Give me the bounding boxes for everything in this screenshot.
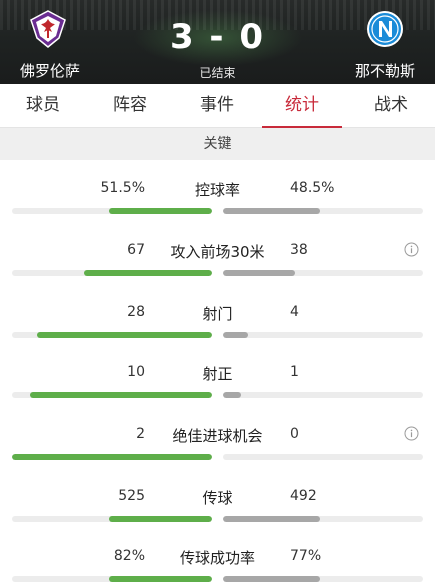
home-stat-bar [12,392,212,398]
stat-row: 82% 传球成功率 77% [0,536,435,587]
tab-players[interactable]: 球员 [3,84,83,128]
stat-row: 525 传球 492 [0,476,435,537]
stat-row: 2 绝佳进球机会 0 [0,414,435,475]
section-header-key: 关键 [0,128,435,160]
home-stat-bar [12,576,212,582]
home-stat-bar-fill [108,576,212,582]
away-stat-bar [223,516,423,522]
tab-stats[interactable]: 统计 [262,84,342,128]
stat-label: 控球率 [194,181,240,199]
away-stat-bar [223,332,423,338]
away-stat-bar-fill [223,208,320,214]
home-stat-bar-fill [84,270,212,276]
away-stat-bar-fill [223,270,296,276]
stat-label: 射门 [202,305,233,323]
home-stat-bar-fill [12,454,212,460]
match-header: 佛罗伦萨 那不勒斯 3 - 0 已结束 [0,0,435,84]
home-stat-bar [12,454,212,460]
away-stat-value: 38 [290,242,308,258]
info-icon[interactable] [404,242,419,257]
info-icon[interactable] [404,426,419,441]
stat-label: 攻入前场30米 [170,243,265,261]
away-stat-bar-fill [223,392,242,398]
away-stat-value: 0 [290,426,299,442]
away-stat-bar-fill [223,516,320,522]
stat-row: 67 攻入前场30米 38 [0,230,435,291]
away-stat-bar [223,576,423,582]
tab-bar: 球员 阵容 事件 统计 战术 [0,84,435,128]
match-status: 已结束 [199,66,236,80]
match-score: 3 - 0 [169,17,266,57]
tab-tactics[interactable]: 战术 [351,84,431,128]
home-stat-bar-fill [37,332,212,338]
away-stat-bar [223,208,423,214]
away-stat-value: 4 [290,304,299,320]
away-stat-value: 492 [290,488,317,504]
home-stat-bar [12,332,212,338]
stat-row: 51.5% 控球率 48.5% [0,168,435,229]
away-stat-bar [223,392,423,398]
away-stat-value: 1 [290,364,299,380]
away-stat-value: 77% [290,548,322,564]
away-stat-value: 48.5% [290,180,335,196]
home-stat-bar-fill [109,208,212,214]
stat-label: 绝佳进球机会 [172,427,263,445]
stat-label: 传球 [202,489,233,507]
stat-label: 传球成功率 [179,549,255,567]
away-stat-bar [223,270,423,276]
home-stat-bar [12,516,212,522]
home-stat-bar-fill [30,392,212,398]
home-stat-bar-fill [108,516,212,522]
tab-lineup[interactable]: 阵容 [90,84,170,128]
home-stat-bar [12,208,212,214]
tab-events[interactable]: 事件 [177,84,257,128]
stat-row: 28 射门 4 [0,292,435,353]
stat-row: 10 射正 1 [0,352,435,413]
stat-label: 射正 [202,365,233,383]
away-stat-bar-fill [223,576,320,582]
away-stat-bar-fill [223,332,248,338]
away-stat-bar [223,454,423,460]
home-stat-bar [12,270,212,276]
